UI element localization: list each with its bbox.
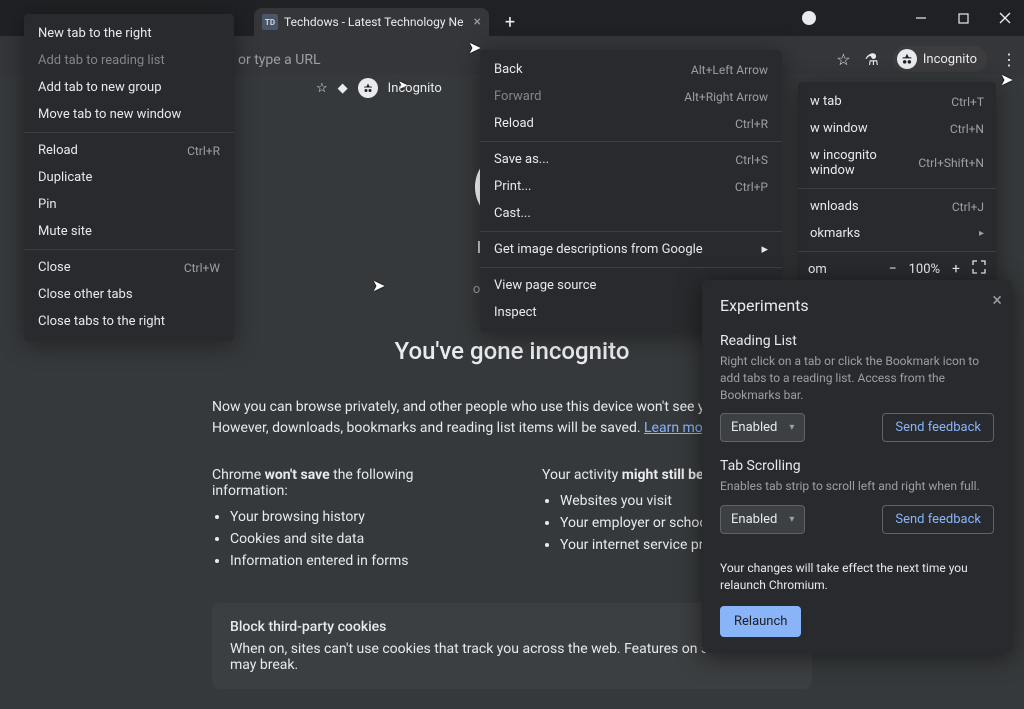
app-zoom-row: om − 100% +	[798, 256, 996, 282]
pctx-save-as[interactable]: Save as...Ctrl+S	[480, 146, 782, 173]
exp-reading-list-dropdown[interactable]: Enabled▾	[720, 413, 805, 442]
window-controls	[908, 5, 1018, 31]
tab-techdows[interactable]: TD Techdows - Latest Technology Ne ×	[254, 8, 489, 36]
ctx-add-new-group[interactable]: Add tab to new group	[24, 74, 234, 101]
zoom-in-button[interactable]: +	[952, 261, 960, 277]
ctx-new-tab-right[interactable]: New tab to the right	[24, 20, 234, 47]
zoom-out-button[interactable]: −	[889, 261, 897, 277]
list-item: Information entered in forms	[230, 553, 482, 569]
bookmark-star-outline-icon[interactable]: ☆	[316, 81, 328, 96]
ctx-reload[interactable]: ReloadCtrl+R	[24, 137, 234, 164]
cursor-icon: ➤	[1000, 70, 1013, 89]
maximize-button[interactable]	[950, 5, 976, 31]
divider	[24, 132, 234, 133]
ctx-add-reading-list: Add tab to reading list	[24, 47, 234, 74]
exp-tab-scrolling-desc: Enables tab strip to scroll left and rig…	[720, 478, 994, 495]
toolbar-right: ☆ ⚗ Incognito ⋮	[836, 44, 1016, 74]
zoom-value: 100%	[909, 262, 940, 277]
omnibox-placeholder[interactable]: or type a URL	[238, 52, 321, 68]
ctx-pin[interactable]: Pin	[24, 191, 234, 218]
ctx-duplicate[interactable]: Duplicate	[24, 164, 234, 191]
caret-down-icon: ▾	[789, 422, 794, 433]
tab-close-icon[interactable]: ×	[473, 14, 480, 30]
ctx-close-other[interactable]: Close other tabs	[24, 281, 234, 308]
new-tab-button[interactable]: +	[496, 8, 524, 36]
ctx-mute[interactable]: Mute site	[24, 218, 234, 245]
bookmark-incognito-label: Incognito	[388, 81, 442, 96]
more-menu-button[interactable]: ⋮	[1001, 50, 1016, 69]
experiments-footer-text: Your changes will take effect the next t…	[720, 560, 994, 594]
cursor-icon: ➤	[372, 276, 385, 295]
send-feedback-button[interactable]: Send feedback	[882, 413, 994, 442]
ctx-move-new-window[interactable]: Move tab to new window	[24, 101, 234, 128]
divider	[480, 267, 782, 268]
wont-save-column: Chrome won't save the following informat…	[212, 467, 482, 575]
pctx-reload[interactable]: ReloadCtrl+R	[480, 110, 782, 137]
app-downloads[interactable]: wnloadsCtrl+J	[798, 193, 996, 220]
divider	[480, 231, 782, 232]
pctx-forward: ForwardAlt+Right Arrow	[480, 83, 782, 110]
minimize-button[interactable]	[908, 5, 934, 31]
ctx-close[interactable]: CloseCtrl+W	[24, 254, 234, 281]
divider	[24, 249, 234, 250]
exp-tab-scrolling-dropdown[interactable]: Enabled▾	[720, 505, 805, 534]
pctx-print[interactable]: Print...Ctrl+P	[480, 173, 782, 200]
experiments-panel: × Experiments Reading List Right click o…	[702, 280, 1012, 653]
exp-tab-scrolling-title: Tab Scrolling	[720, 458, 994, 474]
close-window-button[interactable]	[992, 5, 1018, 31]
exp-reading-list-title: Reading List	[720, 333, 994, 349]
chevron-right-icon: ▸	[761, 242, 768, 257]
app-bookmarks[interactable]: okmarks▸	[798, 220, 996, 247]
pctx-img-desc[interactable]: Get image descriptions from Google▸	[480, 236, 782, 263]
extension-icon[interactable]: ◆	[338, 81, 348, 96]
tab-title: Techdows - Latest Technology Ne	[284, 15, 463, 29]
bookmark-star-icon[interactable]: ☆	[836, 50, 850, 69]
experiments-close-icon[interactable]: ×	[992, 290, 1002, 311]
incognito-badge-label: Incognito	[923, 52, 977, 67]
divider	[798, 251, 996, 252]
experiments-flask-icon[interactable]: ⚗	[865, 50, 879, 69]
divider	[798, 188, 996, 189]
app-new-tab[interactable]: w tabCtrl+T	[798, 88, 996, 115]
exp-reading-list-desc: Right click on a tab or click the Bookma…	[720, 353, 994, 403]
relaunch-button[interactable]: Relaunch	[720, 606, 801, 637]
chevron-right-icon: ▸	[979, 228, 984, 239]
pctx-cast[interactable]: Cast...	[480, 200, 782, 227]
cursor-icon: ➤	[468, 38, 481, 57]
fullscreen-icon[interactable]	[972, 260, 986, 278]
app-new-incognito[interactable]: w incognito windowCtrl+Shift+N	[798, 142, 996, 184]
list-item: Your browsing history	[230, 509, 482, 525]
send-feedback-button[interactable]: Send feedback	[882, 505, 994, 534]
incognito-badge[interactable]: Incognito	[893, 46, 987, 72]
tab-context-menu: New tab to the right Add tab to reading …	[24, 14, 234, 341]
ctx-close-right[interactable]: Close tabs to the right	[24, 308, 234, 335]
tab-favicon: TD	[262, 14, 278, 30]
app-new-window[interactable]: w windowCtrl+N	[798, 115, 996, 142]
pctx-back[interactable]: BackAlt+Left Arrow	[480, 56, 782, 83]
list-item: Cookies and site data	[230, 531, 482, 547]
profile-indicator-icon[interactable]	[802, 11, 816, 25]
caret-down-icon: ▾	[789, 514, 794, 525]
experiments-title: Experiments	[720, 296, 994, 315]
incognito-bookmark-icon	[358, 78, 378, 98]
incognito-icon	[897, 49, 917, 69]
divider	[480, 141, 782, 142]
cursor-icon: ➤	[398, 78, 408, 92]
bookmark-bar-fragment: ☆ ◆ Incognito	[316, 78, 442, 98]
